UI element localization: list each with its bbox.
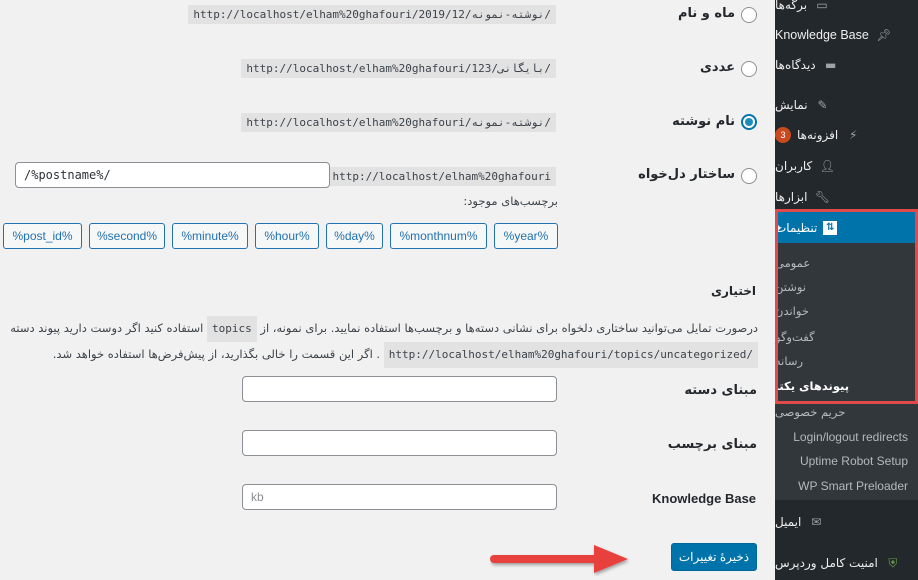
option-label-month-and-name: ماه و نام [677,6,735,21]
option-label-custom-structure: ساختار دل‌خواه [638,167,735,182]
submenu-wp-smart-preloader[interactable]: WP Smart Preloader [775,474,918,498]
mail-icon: ✉ [811,515,822,529]
submenu-uptime-robot-setup[interactable]: Uptime Robot Setup [775,449,918,473]
example-url-post-name: http://localhost/elham%20ghafouri/نوشته-… [241,113,556,132]
plugin-icon: ⚡ [849,128,858,142]
radio-month-and-name[interactable] [741,7,757,23]
code-topics: topics [206,316,257,342]
submenu-permalinks[interactable]: پیوندهای یکتا [775,374,918,398]
submenu-reading[interactable]: خواندن [775,299,918,323]
tag-base-label: مبنای برچسب [667,437,757,452]
example-url-numeric: http://localhost/elham%20ghafouri/123/با… [241,59,556,78]
save-changes-button[interactable]: ذخیرهٔ تغییرات [671,543,757,571]
tag-base-input[interactable] [242,430,557,456]
option-label-numeric: عددی [700,60,735,75]
sidebar-item-pages[interactable]: ▭ برگه‌ها [775,0,918,20]
submenu-general[interactable]: عمومی [775,251,918,275]
radio-custom-structure[interactable] [741,168,757,184]
sidebar-item-settings[interactable]: ⇅ تنظیمات [775,212,918,243]
submenu-media[interactable]: رسانه [775,349,918,373]
tag-button-day[interactable]: %day% [326,223,383,249]
sidebar-item-knowledge-base[interactable]: 📌︎ Knowledge Base [775,20,918,50]
active-indicator [775,221,781,234]
tag-button-minute[interactable]: %minute% [172,223,248,249]
custom-structure-prefix: http://localhost/elham%20ghafouri [327,167,556,186]
submenu-login-logout-redirects[interactable]: Login/logout redirects [775,425,918,449]
optional-section-title: اختیاری [711,284,756,298]
pages-icon: ▭ [816,0,828,12]
settings-submenu: عمومی نوشتن خواندن گفت‌وگو رسانه پیوندها… [775,243,918,403]
settings-submenu-lower: حریم خصوصی Login/logout redirects Uptime… [775,403,918,500]
option-label-post-name: نام نوشته [672,114,735,129]
update-count-badge: 3 [775,127,791,143]
tag-button-second[interactable]: %second% [89,223,165,249]
submenu-discussion[interactable]: گفت‌وگو [775,325,918,349]
available-tags-label: برچسب‌های موجود: [463,194,558,208]
radio-numeric[interactable] [741,61,757,77]
example-url-month-and-name: http://localhost/elham%20ghafouri/2019/1… [188,5,556,24]
settings-icon: ⇅ [823,220,838,235]
sidebar-item-plugins[interactable]: ⚡ افزونه‌ها 3 [775,120,918,150]
description-line-1: درصورت تمایل می‌توانید ساختاری دلخواه بر… [0,316,758,342]
category-base-label: مبنای دسته [684,383,757,398]
sidebar-item-email[interactable]: ✉ ایمیل [775,507,918,537]
pin-icon: 📌︎ [876,28,892,42]
tag-button-monthnum[interactable]: %monthnum% [390,223,487,249]
tag-button-hour[interactable]: %hour% [255,223,319,249]
sidebar-item-users[interactable]: 👤︎ کاربران [775,151,918,181]
brush-icon: ✎ [817,98,828,112]
code-example-url: http://localhost/elham%20ghafouri/topics… [383,342,758,368]
wrench-icon: 🔧︎ [814,190,831,204]
knowledge-base-label: Knowledge Base [652,491,757,506]
user-icon: 👤︎ [819,159,835,173]
category-base-input[interactable] [242,376,557,402]
sidebar-item-appearance[interactable]: ✎ نمایش [775,90,918,120]
shield-icon: ⛨ [888,555,898,570]
submenu-writing[interactable]: نوشتن [775,275,918,299]
submenu-privacy[interactable]: حریم خصوصی [775,400,918,424]
sidebar-item-tools[interactable]: 🔧︎ ابزارها [775,182,918,212]
sidebar-item-comments[interactable]: ▬ دیدگاه‌ها [775,50,918,80]
tag-button-post-id[interactable]: %post_id% [3,223,82,249]
description-line-2: http://localhost/elham%20ghafouri/topics… [53,342,758,368]
tag-button-year[interactable]: %year% [494,223,558,249]
knowledge-base-input[interactable] [242,484,557,510]
red-arrow-annotation [490,545,628,573]
radio-post-name[interactable] [741,114,757,130]
optional-description: درصورت تمایل می‌توانید ساختاری دلخواه بر… [0,316,758,368]
comment-icon: ▬ [824,58,837,72]
sidebar-item-security[interactable]: ⛨ امنیت کامل وردپرس [775,548,918,578]
admin-sidebar: ▭ برگه‌ها 📌︎ Knowledge Base ▬ دیدگاه‌ها … [775,0,918,580]
custom-structure-input[interactable] [15,162,330,188]
